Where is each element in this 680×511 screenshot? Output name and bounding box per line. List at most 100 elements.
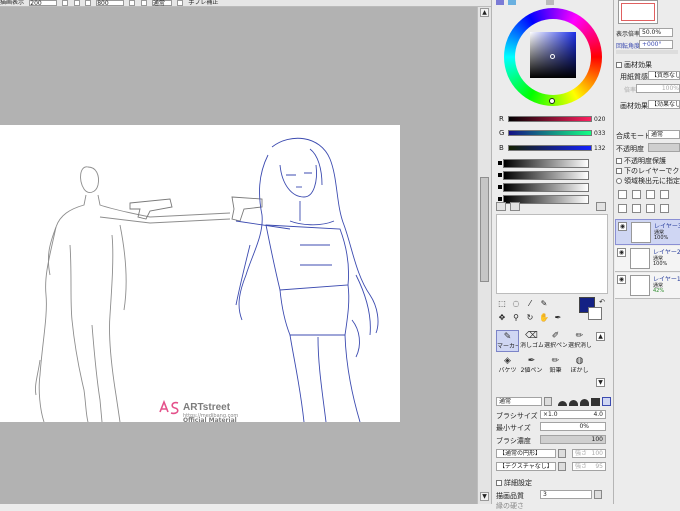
tool-select-pen[interactable]: ✐ 選択ペン (544, 330, 567, 352)
clip-check-icon[interactable] (616, 168, 622, 174)
tool-blur[interactable]: ◍ ぼかし (568, 355, 591, 377)
toolbar-button-b[interactable] (73, 0, 80, 6)
scroll-up-arrow-icon[interactable]: ▲ (480, 8, 489, 17)
layer-visibility-eye-icon[interactable]: ◉ (617, 248, 626, 257)
copy-layer-icon[interactable] (646, 190, 655, 199)
navigator-buttons[interactable] (616, 50, 678, 54)
move-icon[interactable]: ✥ (496, 312, 508, 324)
protect-opacity-checkbox[interactable]: 不透明度保護 (616, 156, 666, 166)
texture-select[interactable]: 【テクスチャなし】 (496, 462, 556, 471)
zoom-field[interactable]: 50.0% (639, 28, 673, 37)
texture-dropdown-icon[interactable] (558, 462, 566, 471)
new-layer-icon[interactable] (618, 190, 627, 199)
brush-shape-dropdown-icon[interactable] (558, 449, 566, 458)
blend-mode-select[interactable]: 通常 (648, 130, 680, 139)
eyedropper-icon[interactable]: ✎ (538, 298, 550, 310)
layer-row[interactable]: ◉ レイヤー2 通常 100% (615, 246, 680, 272)
detect-source-checkbox[interactable]: 領域検出元に指定 (616, 176, 680, 186)
color-mode-tabs[interactable] (496, 0, 610, 5)
gray-scale-row-1[interactable] (498, 159, 610, 168)
color-swatch-area[interactable] (496, 214, 608, 294)
scale-field[interactable]: 100% (636, 84, 680, 93)
protect-check-icon[interactable] (616, 158, 622, 164)
min-size-slider[interactable]: 0% (540, 422, 606, 431)
brush-shape-buttons[interactable] (558, 397, 611, 407)
magic-wand-icon[interactable]: ⁄ (524, 298, 536, 310)
tool-bucket[interactable]: ◈ バケツ (496, 355, 519, 377)
hand-icon[interactable]: ✋ (538, 312, 550, 324)
tool-scroll-down-icon[interactable]: ▼ (596, 378, 605, 387)
g-value[interactable]: 033 (594, 130, 605, 137)
rotation-field[interactable]: +000° (639, 40, 673, 49)
b-slider[interactable] (508, 145, 592, 151)
new-folder-icon[interactable] (660, 190, 669, 199)
hsv-tab-icon[interactable] (546, 0, 554, 5)
toolbar-button-c[interactable] (84, 0, 91, 6)
material-select[interactable]: 【効果なし】 (648, 100, 680, 109)
tool-pencil[interactable]: ✏ 鉛筆 (544, 355, 567, 377)
layer-row[interactable]: ◉ レイヤー3 通常 100% (615, 219, 680, 245)
layer-row[interactable]: ◉ レイヤー1 通常 42% (615, 273, 680, 299)
opacity-slider[interactable] (648, 143, 680, 152)
tool-select-eraser[interactable]: ✏ 選択消し (568, 330, 591, 352)
lasso-icon[interactable]: ◌ (510, 298, 522, 310)
merge-down-icon[interactable] (632, 204, 641, 213)
scrollbar-thumb[interactable] (480, 177, 489, 282)
rotate-icon[interactable]: ↻ (524, 312, 536, 324)
rgb-tab-icon[interactable] (508, 0, 516, 5)
clear-layer-icon[interactable] (646, 204, 655, 213)
scroll-down-arrow-icon[interactable]: ▼ (480, 492, 489, 501)
brush-blend-select[interactable]: 通常 (496, 397, 542, 406)
source-check-icon[interactable] (616, 178, 622, 184)
b-value[interactable]: 132 (594, 145, 605, 152)
layer-visibility-eye-icon[interactable]: ◉ (618, 222, 627, 231)
quality-dropdown-icon[interactable] (594, 490, 602, 499)
texture-strength[interactable]: 強さ 95 (572, 462, 606, 471)
effect-section[interactable]: 画材効果 (616, 60, 652, 70)
brush-shape-strength[interactable]: 強さ 100 (572, 449, 606, 458)
g-slider[interactable] (508, 130, 592, 136)
gray-scale-row-3[interactable] (498, 183, 610, 192)
layer-visibility-eye-icon[interactable]: ◉ (617, 275, 626, 284)
brush-shape-select[interactable]: 【通常の円形】 (496, 449, 556, 458)
toolbar-field-1[interactable]: 200 (29, 0, 58, 6)
toolbar-button-f[interactable] (177, 0, 184, 6)
brush-size-slider[interactable]: ×1.0 4.0 (540, 410, 606, 419)
quality-select[interactable]: 3 (540, 490, 592, 499)
tool-eraser[interactable]: ⌫ 消しゴム (520, 330, 543, 352)
canvas-vertical-scrollbar[interactable]: ▲ ▼ (477, 7, 491, 504)
toolbar-field-3[interactable]: 通常 (151, 0, 172, 6)
toolbar-button-a[interactable] (62, 0, 69, 6)
toolbar-button-e[interactable] (140, 0, 147, 6)
brush-blend-dropdown-icon[interactable] (544, 397, 552, 406)
r-value[interactable]: 020 (594, 116, 605, 123)
tool-binary-pen[interactable]: ✒ 2値ペン (520, 355, 543, 377)
pen-icon[interactable]: ✒ (552, 312, 564, 324)
swap-color-icon[interactable]: ↶ (596, 296, 608, 308)
rect-select-icon[interactable]: ⬚ (496, 298, 508, 310)
new-folder-layer-icon[interactable] (632, 190, 641, 199)
r-slider[interactable] (508, 116, 592, 122)
effect-toggle-icon[interactable] (616, 62, 622, 68)
canvas-area[interactable]: ARTstreet https://medibang.com Official … (0, 7, 477, 504)
advanced-toggle-icon[interactable] (496, 480, 502, 486)
drawing-canvas[interactable]: ARTstreet https://medibang.com Official … (0, 125, 400, 424)
advanced-settings-toggle[interactable]: 詳細設定 (496, 478, 532, 488)
gray-scale-row-2[interactable] (498, 171, 610, 180)
swatch-menu-icon[interactable] (596, 202, 606, 211)
background-color-swatch[interactable] (588, 307, 602, 320)
tool-scroll-up-icon[interactable]: ▲ (596, 332, 605, 341)
paper-select[interactable]: 【質感なし】 (648, 71, 680, 80)
color-wheel-tab-icon[interactable] (496, 0, 504, 5)
zoom-icon[interactable]: ⚲ (510, 312, 522, 324)
color-wheel[interactable] (504, 8, 602, 106)
swatch-remove-icon[interactable] (510, 202, 520, 211)
clipping-checkbox[interactable]: 下のレイヤーでクリッピング (616, 166, 680, 176)
transfer-down-icon[interactable] (618, 204, 627, 213)
swatch-add-icon[interactable] (496, 202, 506, 211)
toolbar-button-d[interactable] (129, 0, 136, 6)
navigator-preview[interactable] (618, 0, 658, 24)
brush-density-slider[interactable]: 100 (540, 435, 606, 444)
tool-marker[interactable]: ✎マーカー (496, 330, 519, 352)
delete-layer-icon[interactable] (660, 204, 669, 213)
